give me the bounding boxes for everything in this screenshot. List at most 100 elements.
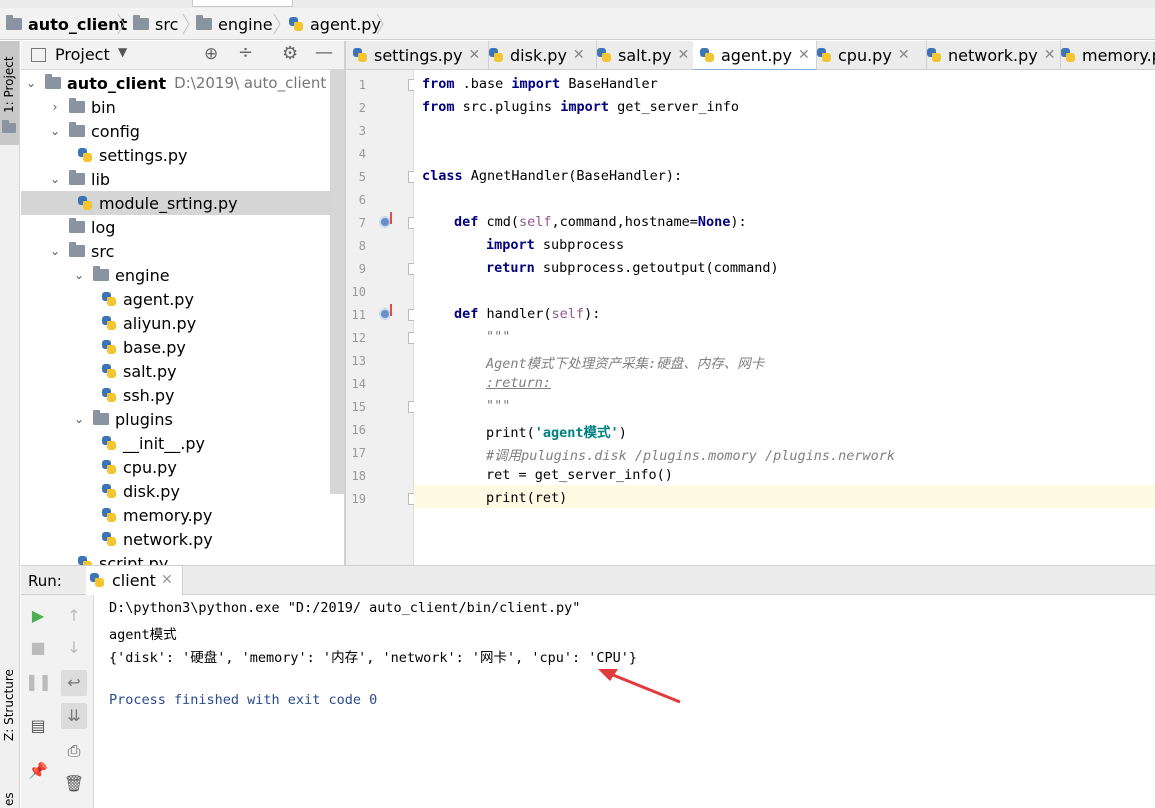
line-number: 6 <box>358 193 366 207</box>
folder-icon <box>93 410 109 425</box>
pin-icon[interactable]: 📌 <box>25 758 51 784</box>
editor-tab[interactable]: memory.p <box>1054 41 1155 69</box>
python-file-icon <box>1060 47 1076 63</box>
tree-file-item[interactable]: ssh.py <box>21 383 331 407</box>
tree-item-label: plugins <box>115 409 173 429</box>
editor-tab-label: cpu.py <box>838 45 892 65</box>
bottom-tool-tab[interactable]: es <box>2 792 16 806</box>
collapse-all-icon[interactable]: ÷ <box>238 42 253 63</box>
rerun-icon[interactable]: ▶ <box>25 603 51 629</box>
folder-icon <box>69 242 85 257</box>
python-file-icon <box>488 47 504 63</box>
tree-folder-item[interactable]: ⌄ auto_client D:\2019\ auto_client <box>21 71 331 95</box>
line-number: 12 <box>351 331 366 345</box>
tree-item-label: lib <box>91 169 111 189</box>
tree-file-item[interactable]: salt.py <box>21 359 331 383</box>
editor-tab[interactable]: network.py ✕ <box>920 41 1061 69</box>
tree-folder-item[interactable]: ⌄ engine <box>21 263 331 287</box>
chevron-down-icon[interactable]: ⌄ <box>73 269 85 281</box>
breadcrumb-separator-icon <box>182 13 190 35</box>
close-icon[interactable]: ✕ <box>798 47 810 63</box>
console-output-line: agent模式 <box>109 627 177 643</box>
chevron-down-icon[interactable]: ⌄ <box>49 125 61 137</box>
tree-file-item[interactable]: base.py <box>21 335 331 359</box>
python-file-icon <box>101 387 117 403</box>
top-window-strip <box>0 0 1155 8</box>
folder-icon <box>196 15 212 30</box>
tree-file-item[interactable]: aliyun.py <box>21 311 331 335</box>
code-editor[interactable]: from .base import BaseHandler from src.p… <box>414 70 1155 565</box>
soft-wrap-icon[interactable]: ↩ <box>61 670 87 696</box>
run-tab-client[interactable]: client ✕ <box>86 566 183 595</box>
tree-item-label: engine <box>115 265 170 285</box>
breadcrumb-src[interactable]: src <box>133 8 178 40</box>
gear-icon[interactable]: ⚙ <box>282 43 298 64</box>
tree-file-item[interactable]: __init__.py <box>21 431 331 455</box>
tree-folder-item[interactable]: ⌄ plugins <box>21 407 331 431</box>
project-tree-scrollbar[interactable] <box>330 70 344 494</box>
tree-item-label: network.py <box>123 529 213 549</box>
tree-file-item[interactable]: cpu.py <box>21 455 331 479</box>
folder-icon <box>69 98 85 113</box>
print-icon[interactable]: ⎙ <box>61 738 87 764</box>
tree-file-item[interactable]: disk.py <box>21 479 331 503</box>
line-number: 11 <box>351 308 366 322</box>
arrow-up-icon[interactable]: ↑ <box>61 603 87 629</box>
code-line-8: import subprocess <box>486 237 625 253</box>
chevron-down-icon[interactable]: ⌄ <box>49 245 61 257</box>
chevron-down-icon[interactable]: ⌄ <box>25 77 37 89</box>
tree-file-item[interactable]: settings.py <box>21 143 331 167</box>
tree-item-label: salt.py <box>123 361 177 381</box>
tree-folder-item[interactable]: › bin <box>21 95 331 119</box>
chevron-down-icon[interactable]: ▼ <box>118 45 127 59</box>
breadcrumb-engine[interactable]: engine <box>196 8 273 40</box>
close-icon[interactable]: ✕ <box>573 47 585 63</box>
editor-tab[interactable]: settings.py ✕ <box>346 41 489 69</box>
editor-tab-label: memory.p <box>1082 45 1155 65</box>
tree-folder-item[interactable]: log <box>21 215 331 239</box>
stop-icon[interactable]: ■ <box>25 635 51 661</box>
breadcrumb-file[interactable]: agent.py <box>288 8 381 40</box>
tree-file-item[interactable]: memory.py <box>21 503 331 527</box>
folder-icon <box>45 74 61 89</box>
trash-icon[interactable]: 🗑 <box>61 771 87 797</box>
tree-file-item[interactable]: network.py <box>21 527 331 551</box>
tree-item-label: log <box>91 217 116 237</box>
chevron-down-icon[interactable]: ⌄ <box>49 173 61 185</box>
line-number: 9 <box>358 262 366 276</box>
breadcrumb-project[interactable]: auto_client <box>6 8 127 40</box>
locate-icon[interactable]: ⊕ <box>204 44 218 64</box>
chevron-down-icon[interactable]: ⌄ <box>73 413 85 425</box>
console-output[interactable]: D:\python3\python.exe "D:/2019/ auto_cli… <box>94 595 1155 808</box>
tree-file-item[interactable]: script.py <box>21 551 331 565</box>
layout-icon[interactable]: ▤ <box>25 713 51 739</box>
line-number: 2 <box>358 101 366 115</box>
scroll-to-end-icon[interactable]: ⇊ <box>61 703 87 729</box>
project-tree: ⌄ auto_client D:\2019\ auto_client › bin ⌄ con… <box>21 70 344 565</box>
arrow-down-icon[interactable]: ↓ <box>61 635 87 661</box>
chevron-right-icon[interactable]: › <box>49 101 61 113</box>
structure-tool-tab[interactable]: Z: Structure <box>2 669 16 741</box>
chevron-right-icon[interactable] <box>49 221 61 233</box>
editor-tab[interactable]: agent.py ✕ <box>693 41 817 72</box>
editor-tab[interactable]: cpu.py ✕ <box>810 41 927 69</box>
tree-file-item[interactable]: agent.py <box>21 287 331 311</box>
close-icon[interactable]: ✕ <box>678 47 690 63</box>
project-panel-title[interactable]: Project <box>55 45 110 64</box>
python-file-icon <box>699 47 715 63</box>
project-tool-tab[interactable]: 1: Project <box>0 41 19 145</box>
close-icon[interactable]: ✕ <box>469 47 481 63</box>
pause-icon[interactable]: ❚❚ <box>25 669 52 695</box>
editor-tab[interactable]: salt.py ✕ <box>590 41 700 69</box>
breadcrumb-separator-icon <box>117 13 125 35</box>
editor-tab[interactable]: disk.py ✕ <box>482 41 597 69</box>
close-icon[interactable]: ✕ <box>898 47 910 63</box>
hide-panel-icon[interactable]: — <box>315 42 333 63</box>
close-icon[interactable]: ✕ <box>161 572 173 588</box>
tree-folder-item[interactable]: ⌄ config <box>21 119 331 143</box>
tree-item-label: script.py <box>99 553 169 566</box>
tree-folder-item[interactable]: ⌄ lib <box>21 167 331 191</box>
line-number: 5 <box>358 170 366 184</box>
tree-file-item[interactable]: module_srting.py <box>21 191 344 215</box>
tree-folder-item[interactable]: ⌄ src <box>21 239 331 263</box>
